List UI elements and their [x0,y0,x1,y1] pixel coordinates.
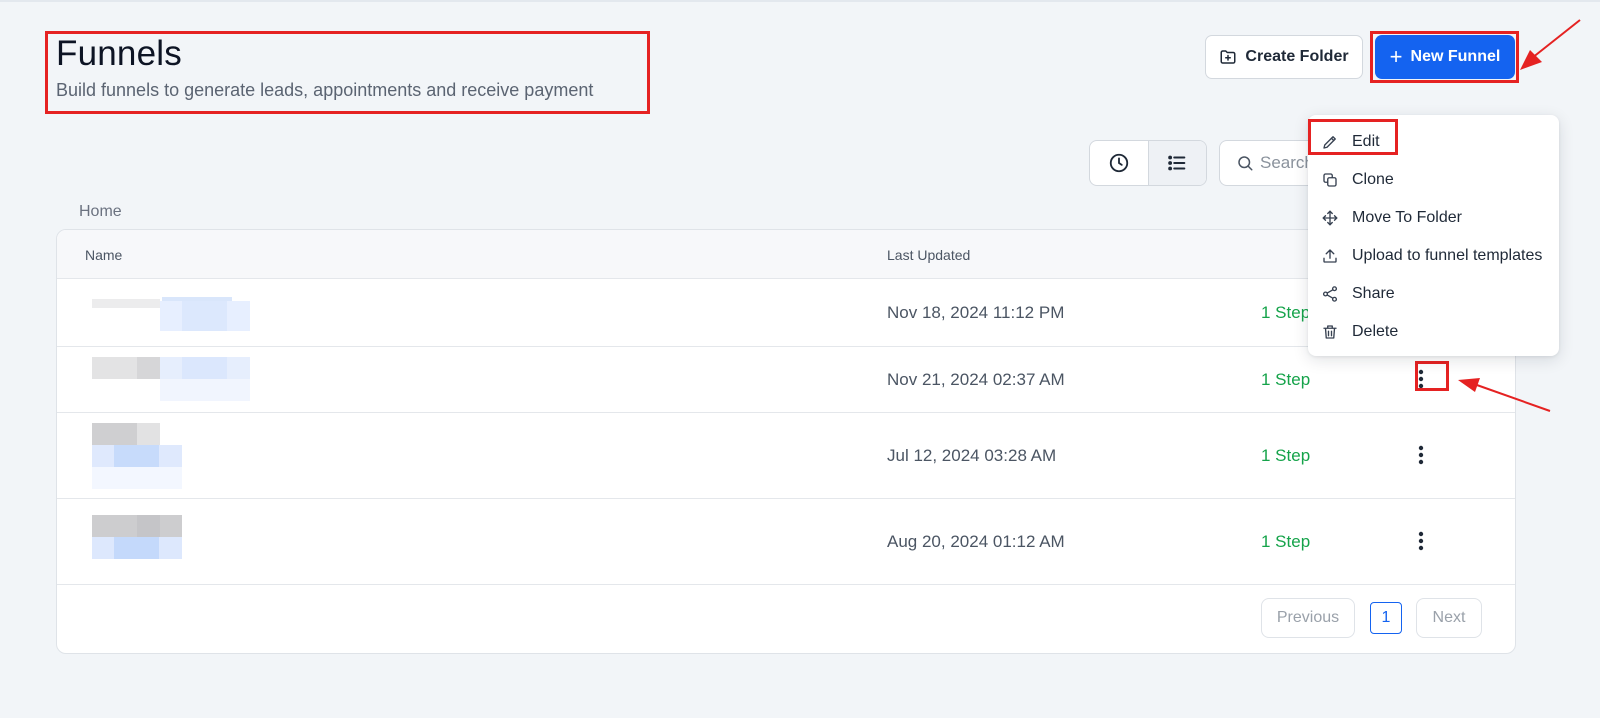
view-toggle-group [1089,140,1207,186]
menu-item-label: Share [1352,285,1395,302]
list-icon [1166,152,1188,174]
steps-count: 1 Step [1261,532,1311,551]
search-icon [1236,154,1254,172]
menu-item-delete[interactable]: Delete [1308,313,1559,351]
page-title: Funnels [56,34,182,73]
funnel-thumbnail [114,445,159,467]
funnel-thumbnail [114,537,159,559]
page-number-button[interactable]: 1 [1370,602,1402,634]
move-icon [1320,208,1340,228]
funnel-thumbnail [182,301,227,331]
table-row[interactable]: Aug 20, 2024 01:12 AM 1 Step [57,499,1515,585]
column-last-updated[interactable]: Last Updated [887,247,970,263]
menu-item-label: Upload to funnel templates [1352,247,1543,264]
create-folder-label: Create Folder [1245,48,1349,65]
menu-item-clone[interactable]: Clone [1308,161,1559,199]
create-folder-button[interactable]: Create Folder [1205,35,1363,79]
next-page-button[interactable]: Next [1416,598,1482,638]
recent-view-toggle[interactable] [1090,141,1148,185]
steps-count: 1 Step [1261,446,1311,465]
steps-count: 1 Step [1261,303,1311,322]
row-actions-highlight-box [1415,361,1449,391]
annotation-arrow-new-funnel [1520,19,1581,70]
table-row[interactable]: Nov 21, 2024 02:37 AM 1 Step [57,347,1515,413]
annotation-arrow-row-actions [1458,378,1551,412]
menu-item-label: Clone [1352,171,1394,188]
row-actions-button[interactable] [1409,442,1433,468]
new-funnel-label: New Funnel [1410,48,1501,65]
clock-icon [1108,152,1130,174]
more-vertical-icon [1418,445,1424,465]
menu-item-share[interactable]: Share [1308,275,1559,313]
list-view-toggle[interactable] [1147,141,1206,185]
column-name[interactable]: Name [85,247,122,263]
last-updated: Aug 20, 2024 01:12 AM [887,532,1065,551]
plus-icon: + [1389,44,1403,69]
table-header: Name Last Updated [57,230,1515,279]
funnel-thumbnail [137,357,160,379]
funnel-thumbnail [160,379,250,401]
last-updated: Nov 18, 2024 11:12 PM [887,303,1065,322]
row-actions-button[interactable] [1409,528,1433,554]
menu-item-label: Delete [1352,323,1399,340]
upload-icon [1320,246,1340,266]
share-icon [1320,284,1340,304]
funnel-thumbnail [92,467,182,489]
menu-item-move-to-folder[interactable]: Move To Folder [1308,199,1559,237]
previous-page-button[interactable]: Previous [1261,598,1355,638]
last-updated: Jul 12, 2024 03:28 AM [887,446,1057,465]
funnels-table: Name Last Updated Nov 18, 2024 11:12 PM … [56,229,1516,654]
breadcrumb[interactable]: Home [79,203,122,221]
page-subtitle: Build funnels to generate leads, appoint… [56,80,594,100]
new-funnel-button[interactable]: + New Funnel [1375,35,1515,79]
table-row[interactable]: Nov 18, 2024 11:12 PM 1 Step [57,279,1515,347]
funnel-thumbnail [182,357,227,379]
funnel-thumbnail [137,515,160,537]
folder-plus-icon [1219,48,1237,66]
last-updated: Nov 21, 2024 02:37 AM [887,370,1065,389]
menu-item-upload-templates[interactable]: Upload to funnel templates [1308,237,1559,275]
menu-item-label: Move To Folder [1352,209,1462,226]
more-vertical-icon [1418,531,1424,551]
funnel-thumbnail [137,423,160,445]
copy-icon [1320,170,1340,190]
table-row[interactable]: Jul 12, 2024 03:28 AM 1 Step [57,413,1515,499]
search-placeholder: Search [1260,153,1314,172]
steps-count: 1 Step [1261,370,1311,389]
funnel-thumbnail [92,299,160,308]
trash-icon [1320,322,1340,342]
edit-highlight-box [1308,119,1398,155]
top-divider [0,0,1600,2]
